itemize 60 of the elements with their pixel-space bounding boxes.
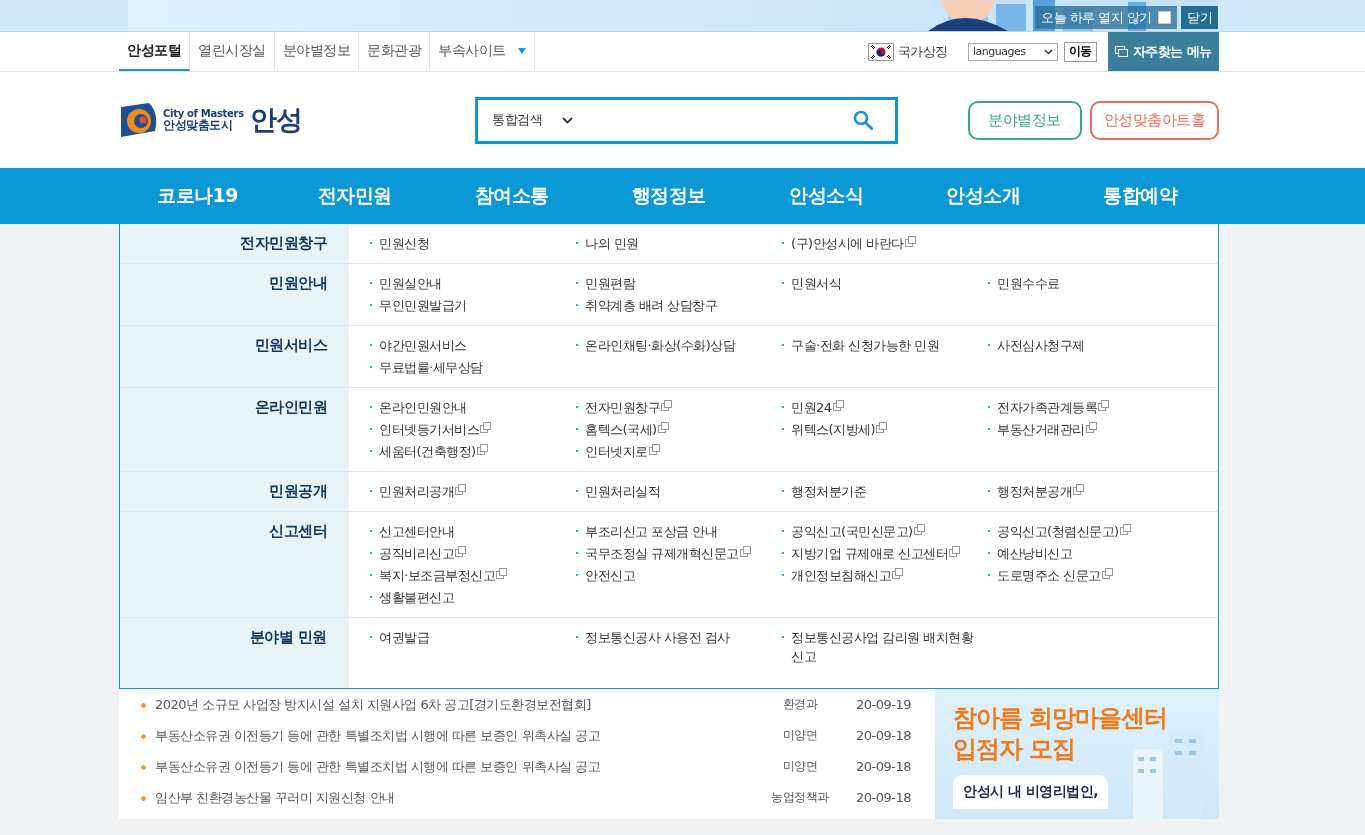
department: 환경과 [781,696,819,713]
menu-link[interactable]: 공익신고(국민신문고) [781,522,925,541]
search-field[interactable]: 통합검색 [475,96,898,144]
department: 농업정책과 [770,789,830,806]
national-symbol-link[interactable]: 국가상징 [867,42,948,61]
post-date: 20-09-19 [855,697,912,712]
site-tab[interactable]: 문화관광 [359,32,430,71]
category-title: 민원공개 [269,482,327,502]
site-tab[interactable]: 부속사이트 [430,32,535,71]
menu-link[interactable]: 홈텍스(국세) [575,420,669,439]
logo-emblem-icon [119,101,159,139]
go-button[interactable]: 이동 [1063,41,1097,62]
site-tab[interactable]: 열린시장실 [190,32,275,71]
menu-link[interactable]: 복지·보조금부정신고 [369,566,508,585]
menu-link[interactable]: (구)안성시에 바란다 [781,234,916,253]
menu-link[interactable]: 부동산거래관리 [987,420,1097,439]
category-title: 민원안내 [269,274,327,294]
windows-icon [1114,46,1128,57]
post-date: 20-09-18 [855,759,912,774]
menu-link[interactable]: 개인정보침해신고 [781,566,903,585]
menu-link[interactable]: 도로명주소 신문고 [987,566,1113,585]
menu-link[interactable]: 국무조정실 규제개혁신문고 [575,544,751,563]
department: 미양면 [781,727,819,744]
menu-link[interactable]: 전자민원창구 [575,398,672,417]
menu-link[interactable]: 위텍스(지방세) [781,420,888,439]
menu-link[interactable]: 인터넷지로 [575,442,660,461]
promo-headline: 참아름 희망마을센터 [953,703,1169,734]
category-title: 민원서비스 [254,336,327,356]
menu-link[interactable]: 행정처분공개 [987,482,1084,501]
menu-link[interactable]: 민원24 [781,398,844,417]
city-name: 안성 [249,103,303,137]
category-title: 분야별 민원 [249,628,327,648]
menu-link[interactable]: 공직비리신고 [369,544,466,563]
search-scope-select[interactable]: 통합검색 [492,111,573,129]
menu-link[interactable]: 지방기업 규제애로 신고센터 [781,544,961,563]
menu-link[interactable]: 전자가족관계등록 [987,398,1109,417]
promo-caption: 안성시 내 비영리법인, [953,775,1109,810]
close-button[interactable]: 닫기 [1181,6,1218,29]
category-title: 온라인민원 [254,398,327,418]
category-title: 전자민원창구 [240,234,327,254]
menu-link[interactable]: 인터넷등기서비스 [369,420,491,439]
department: 미양면 [781,758,819,775]
menu-link[interactable]: 공익신고(청렴신문고) [987,522,1131,541]
flag-icon [867,42,894,61]
menu-link[interactable]: 민원처리공개 [369,482,466,501]
language-select[interactable]: languages [967,42,1058,61]
promo-headline: 입점자 모집 [953,734,1077,766]
category-title: 신고센터 [269,522,327,542]
chevron-icon [562,116,573,124]
favorites-menu-button[interactable]: 자주찾는 메뉴 [1107,32,1219,71]
promo-banner[interactable]: 참아름 희망마을센터 입점자 모집 안성시 내 비영리법인, [935,689,1219,819]
search-icon [853,110,873,130]
post-date: 20-09-18 [855,790,912,805]
site-tab[interactable]: 분야별정보 [274,32,359,71]
logo-tagline: City of Masters [163,107,244,119]
menu-link[interactable]: 세움터(건축행정) [369,442,488,461]
dismiss-checkbox[interactable]: 오늘 하루 열지 않기 [1035,6,1177,29]
chevron-icon [1043,48,1053,55]
post-date: 20-09-18 [855,728,912,743]
logo-slogan: 안성맞춤도시 [163,118,233,133]
